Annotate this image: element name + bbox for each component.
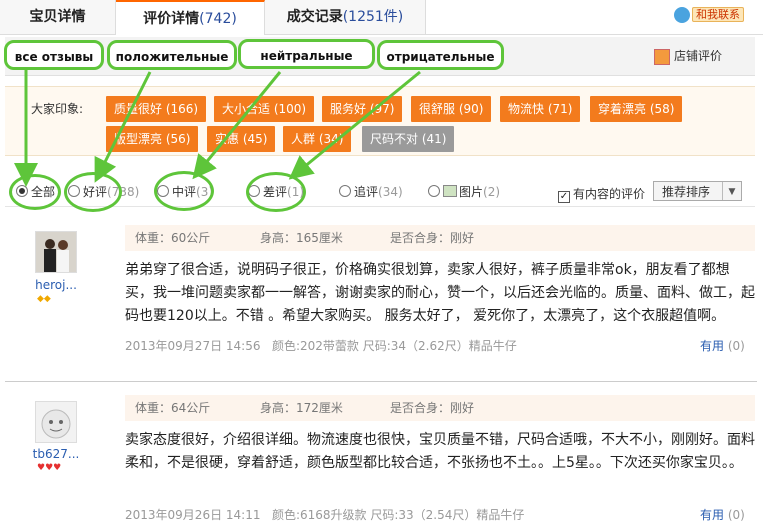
- annotation-all: все отзывы: [4, 40, 104, 70]
- avatar[interactable]: [35, 401, 77, 443]
- useful-control: 有用 (0): [700, 337, 745, 354]
- review-text: 弟弟穿了很合适，说明码子很正，价格确实很划算，卖家人很好，裤子质量非常ok，朋友…: [125, 262, 755, 324]
- review-text: 卖家态度很好，介绍很详细。物流速度也很快，宝贝质量不错，尺码合适哦，不大不小，刚…: [125, 432, 755, 471]
- useful-count: (0): [727, 339, 745, 353]
- review-divider: [5, 381, 757, 382]
- arrow-neutral: [192, 71, 282, 180]
- review-date: 2013年09月27日 14:56: [125, 339, 261, 353]
- avatar[interactable]: [35, 231, 77, 273]
- review-body-metrics: 体重：60公斤 身高：165厘米 是否合身：刚好: [125, 225, 755, 251]
- useful-link[interactable]: 有用: [700, 508, 724, 522]
- useful-control: 有用 (0): [700, 506, 745, 523]
- review-footer: 2013年09月26日 14:11 颜色:6168升级款 尺码:33（2.54尺…: [125, 506, 524, 523]
- default-avatar-icon: [41, 409, 71, 439]
- buyer-rank-icon: ♥♥♥: [37, 463, 62, 473]
- height: 身高：172厘米: [260, 401, 343, 415]
- annotation-positive: положительные: [107, 40, 237, 70]
- annotation-ring: [64, 172, 122, 212]
- annotation-ring: [9, 174, 61, 210]
- fit: 是否合身：刚好: [390, 401, 475, 415]
- weight: 体重：60公斤: [135, 231, 211, 245]
- height: 身高：165厘米: [260, 231, 343, 245]
- useful-count: (0): [727, 508, 745, 522]
- review-attrs: 颜色:202带蕾款 尺码:34（2.62尺）精品牛仔: [271, 339, 517, 353]
- username[interactable]: heroj...: [30, 278, 82, 292]
- username[interactable]: tb627...: [30, 447, 82, 461]
- review-date: 2013年09月26日 14:11: [125, 508, 261, 522]
- arrow-negative: [288, 70, 421, 180]
- annotation-negative: отрицательные: [377, 40, 504, 70]
- review-footer: 2013年09月27日 14:56 颜色:202带蕾款 尺码:34（2.62尺）…: [125, 337, 517, 354]
- annotation-neutral: нейтральные: [238, 39, 375, 69]
- review-body-metrics: 体重：64公斤 身高：172厘米 是否合身：刚好: [125, 395, 755, 421]
- review-attrs: 颜色:6168升级款 尺码:33（2.54尺）精品牛仔: [271, 508, 525, 522]
- couple-photo-icon: [36, 232, 76, 272]
- buyer-rank-icon: ◆◆: [37, 294, 51, 304]
- weight: 体重：64公斤: [135, 401, 211, 415]
- annotation-ring: [154, 171, 214, 211]
- annotation-ring: [246, 172, 306, 212]
- arrow-positive: [94, 71, 152, 183]
- fit: 是否合身：刚好: [390, 231, 475, 245]
- useful-link[interactable]: 有用: [700, 339, 724, 353]
